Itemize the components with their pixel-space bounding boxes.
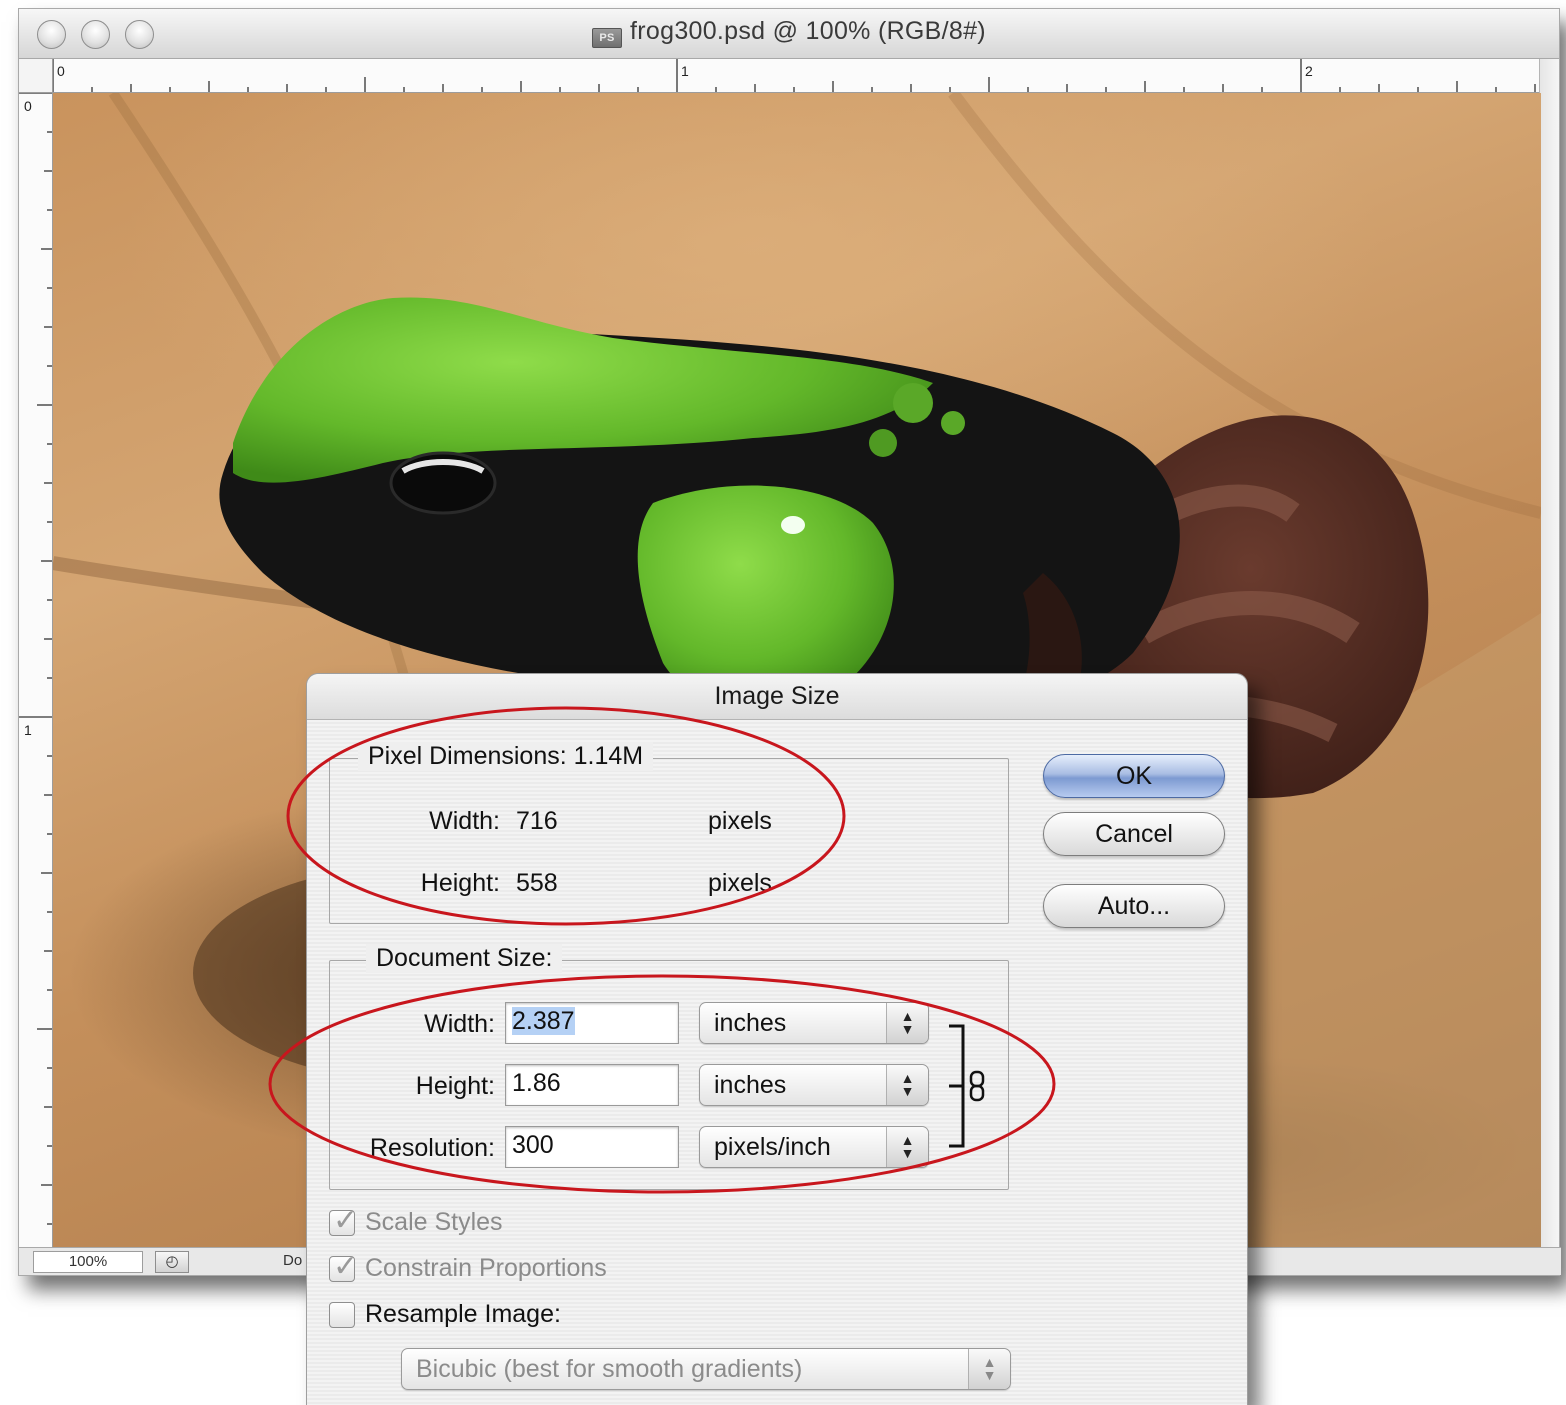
doc-width-unit-select[interactable]: inches ▲ ▼ bbox=[699, 1002, 929, 1044]
pixel-width-label: Width: bbox=[429, 807, 500, 835]
up-down-arrows-icon: ▲ ▼ bbox=[886, 1003, 928, 1043]
pixel-height-label: Height: bbox=[420, 869, 500, 897]
ruler-left-label-0: 0 bbox=[24, 98, 32, 114]
doc-height-unit-select[interactable]: inches ▲ ▼ bbox=[699, 1064, 929, 1106]
resolution-value[interactable]: 300 bbox=[512, 1131, 554, 1159]
ruler-label-0: 0 bbox=[57, 63, 65, 79]
doc-height-input[interactable]: 1.86 bbox=[505, 1064, 679, 1106]
ok-button[interactable]: OK bbox=[1043, 754, 1225, 798]
auto-button[interactable]: Auto... bbox=[1043, 884, 1225, 928]
doc-height-unit: inches bbox=[714, 1071, 787, 1099]
checkmark-icon: ✓ bbox=[333, 1204, 359, 1237]
vertical-ruler[interactable]: 0 1 bbox=[19, 93, 53, 1249]
pixel-dimensions-group: Pixel Dimensions: 1.14M Width: 716 pixel… bbox=[329, 742, 1009, 924]
status-info-text[interactable]: Do bbox=[283, 1252, 302, 1269]
pixel-dimensions-legend: Pixel Dimensions: 1.14M bbox=[358, 742, 654, 771]
pixel-height-unit: pixels bbox=[708, 869, 772, 897]
resample-method-select[interactable]: Bicubic (best for smooth gradients) ▲ ▼ bbox=[401, 1348, 1011, 1390]
psd-file-icon: PS bbox=[592, 28, 623, 48]
zoom-level-field[interactable]: 100% bbox=[33, 1251, 143, 1273]
up-down-arrows-icon: ▲ ▼ bbox=[886, 1065, 928, 1105]
resolution-unit-select[interactable]: pixels/inch ▲ ▼ bbox=[699, 1126, 929, 1168]
constrain-proportions-checkbox[interactable]: ✓ bbox=[329, 1250, 358, 1283]
cancel-button[interactable]: Cancel bbox=[1043, 812, 1225, 856]
doc-height-value[interactable]: 1.86 bbox=[512, 1069, 561, 1097]
window-title: frog300.psd @ 100% (RGB/8#) bbox=[630, 17, 986, 45]
constrain-proportions-label[interactable]: Constrain Proportions bbox=[365, 1254, 607, 1283]
resample-image-label[interactable]: Resample Image: bbox=[365, 1300, 561, 1329]
resolution-input[interactable]: 300 bbox=[505, 1126, 679, 1168]
resample-method-value: Bicubic (best for smooth gradients) bbox=[416, 1355, 803, 1383]
dialog-title: Image Size bbox=[307, 674, 1247, 720]
doc-width-unit: inches bbox=[714, 1009, 787, 1037]
document-size-legend: Document Size: bbox=[366, 944, 563, 973]
window-title-group: PS frog300.psd @ 100% (RGB/8#) bbox=[19, 17, 1559, 48]
ruler-origin[interactable] bbox=[19, 59, 53, 93]
checkmark-icon: ✓ bbox=[333, 1250, 359, 1283]
status-menu-icon[interactable]: ◴ bbox=[155, 1251, 189, 1273]
vertical-scrollbar[interactable] bbox=[1539, 59, 1559, 1249]
up-down-arrows-icon: ▲ ▼ bbox=[968, 1349, 1010, 1389]
doc-height-label: Height: bbox=[415, 1072, 495, 1100]
chain-link-icon bbox=[949, 1024, 985, 1148]
scale-styles-checkbox[interactable]: ✓ bbox=[329, 1204, 358, 1237]
ruler-label-2: 2 bbox=[1305, 63, 1313, 79]
doc-width-input[interactable]: 2.387 bbox=[505, 1002, 679, 1044]
doc-width-value[interactable]: 2.387 bbox=[512, 1007, 575, 1035]
resolution-unit: pixels/inch bbox=[714, 1133, 831, 1161]
pixel-width-value: 716 bbox=[516, 807, 558, 835]
up-down-arrows-icon: ▲ ▼ bbox=[886, 1127, 928, 1167]
horizontal-ruler[interactable]: 0 1 2 bbox=[53, 59, 1541, 93]
scale-styles-label[interactable]: Scale Styles bbox=[365, 1208, 503, 1237]
resample-image-checkbox[interactable] bbox=[329, 1302, 355, 1328]
resolution-label: Resolution: bbox=[369, 1134, 495, 1162]
ruler-left-label-1: 1 bbox=[24, 722, 32, 738]
title-bar[interactable]: PS frog300.psd @ 100% (RGB/8#) bbox=[19, 9, 1559, 59]
doc-width-label: Width: bbox=[424, 1010, 495, 1038]
image-size-dialog: Image Size Pixel Dimensions: 1.14M Width… bbox=[306, 673, 1248, 1405]
pixel-width-unit: pixels bbox=[708, 807, 772, 835]
pixel-height-value: 558 bbox=[516, 869, 558, 897]
ruler-label-1: 1 bbox=[681, 63, 689, 79]
